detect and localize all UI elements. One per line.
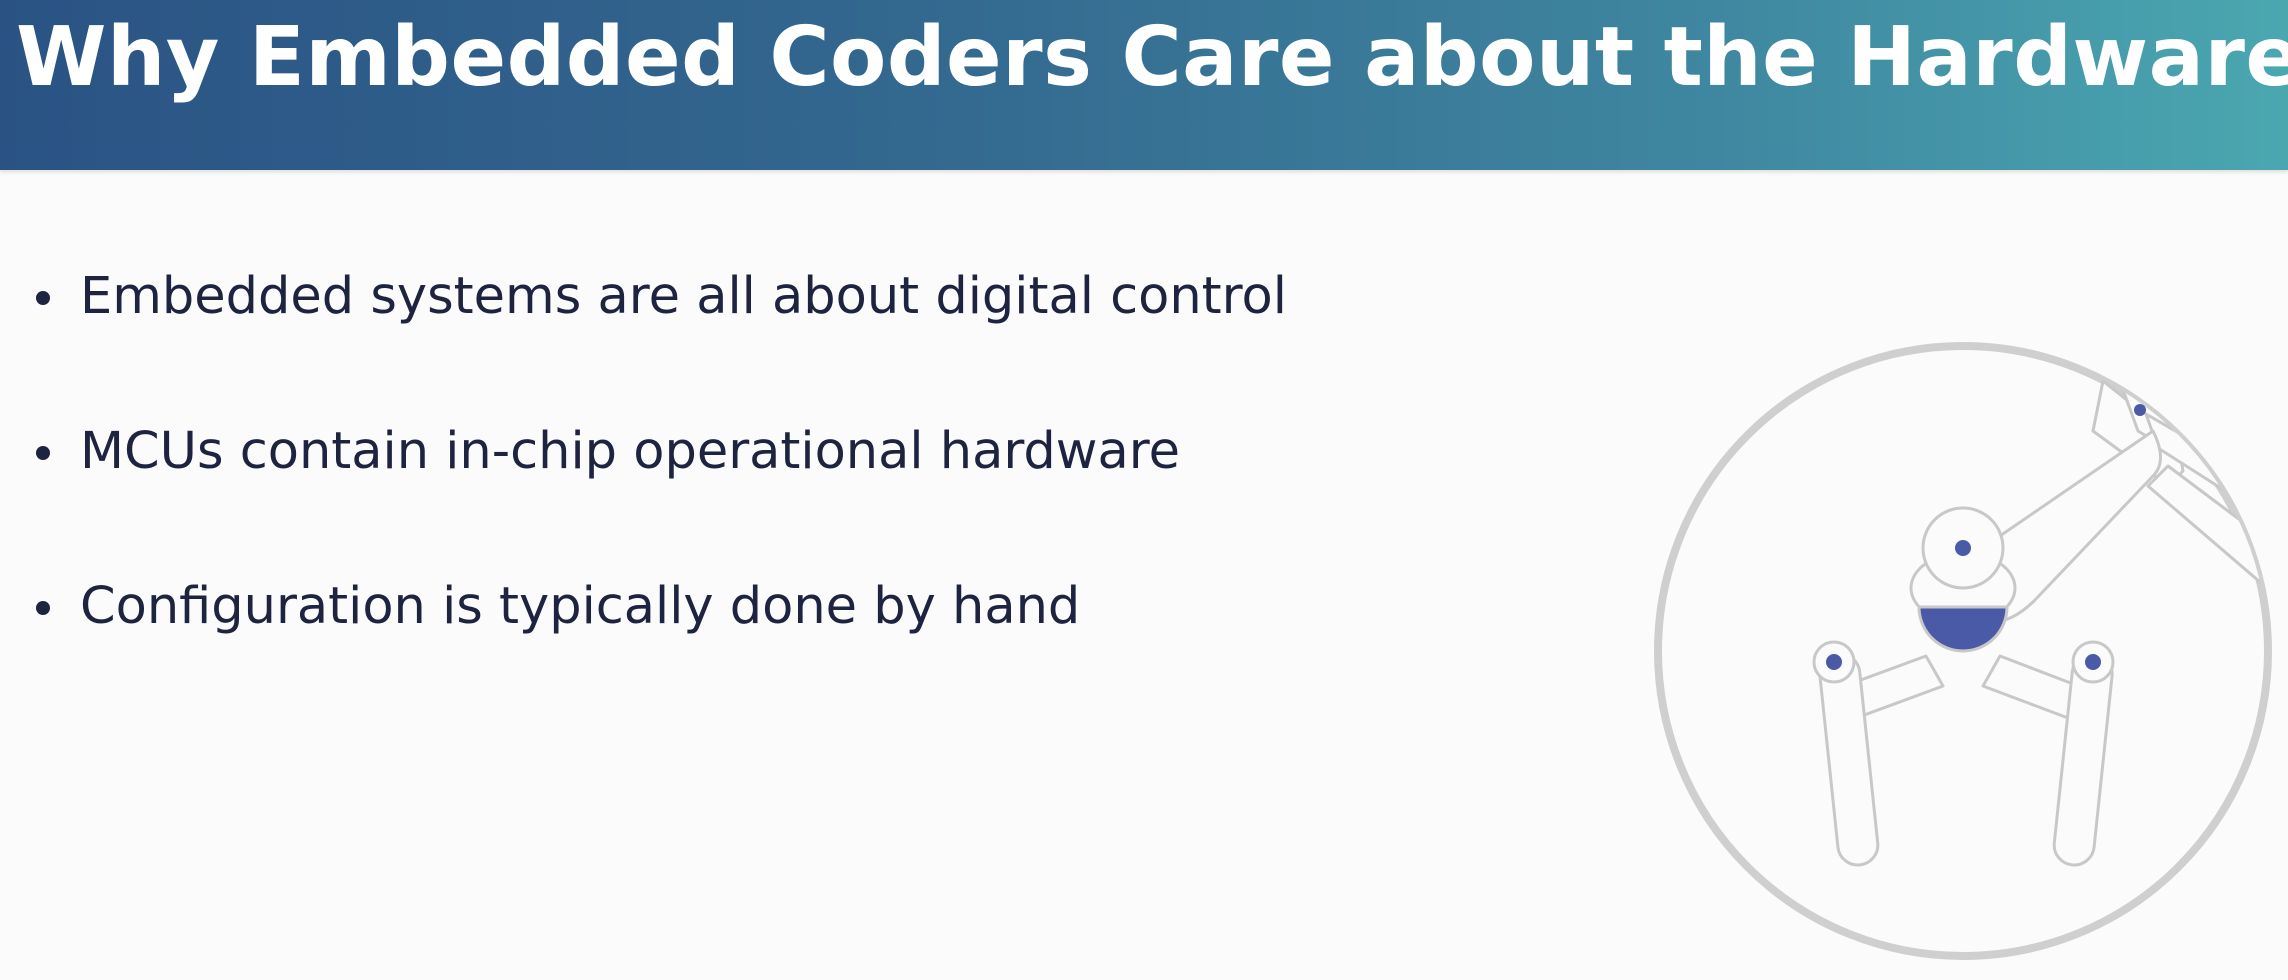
bullet-dot-icon <box>36 446 50 460</box>
shoulder-pin-icon <box>2134 404 2146 416</box>
bullet-item: Embedded systems are all about digital c… <box>30 268 1287 326</box>
bullet-text: Embedded systems are all about digital c… <box>80 267 1287 326</box>
bullet-text: Configuration is typically done by hand <box>80 577 1081 636</box>
bullet-dot-icon <box>36 601 50 615</box>
right-knuckle-pin-icon <box>2085 654 2101 670</box>
bullet-item: Configuration is typically done by hand <box>30 578 1287 636</box>
robotic-arm-gripper-icon <box>1654 342 2272 960</box>
robotic-arm-illustration <box>1648 336 2278 966</box>
bullet-dot-icon <box>36 291 50 305</box>
elbow-pin-icon <box>1955 540 1971 556</box>
slide-header: Why Embedded Coders Care about the Hardw… <box>0 0 2288 170</box>
slide-title: Why Embedded Coders Care about the Hardw… <box>16 10 2288 105</box>
bullet-text: MCUs contain in-chip operational hardwar… <box>80 422 1180 481</box>
bullet-item: MCUs contain in-chip operational hardwar… <box>30 423 1287 481</box>
left-knuckle-pin-icon <box>1826 654 1842 670</box>
bullet-list: Embedded systems are all about digital c… <box>30 268 1287 733</box>
